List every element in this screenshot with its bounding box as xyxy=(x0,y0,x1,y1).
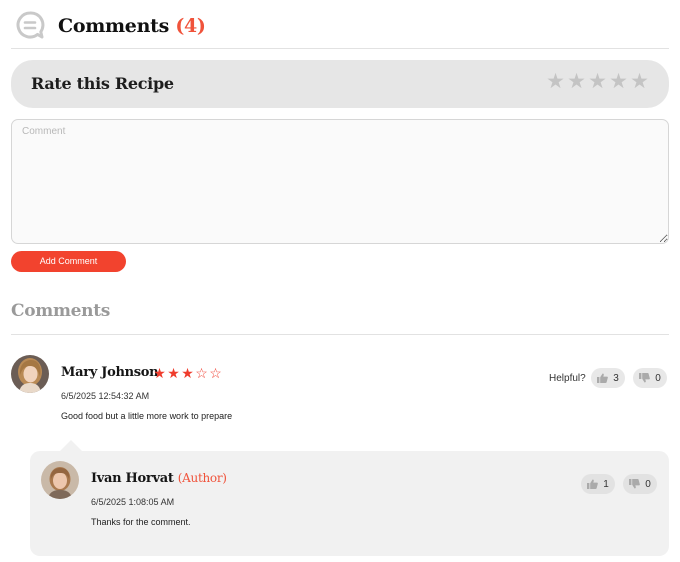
star-filled-icon: ★ xyxy=(167,365,180,381)
dislike-button[interactable]: 0 xyxy=(633,368,667,388)
star-empty-icon: ☆ xyxy=(209,365,222,381)
comments-divider xyxy=(11,334,669,335)
thumbs-up-icon xyxy=(597,373,609,383)
author-badge: (Author) xyxy=(177,471,227,485)
reply-author-text: Ivan Horvat xyxy=(91,471,174,486)
thumbs-down-icon xyxy=(629,479,641,489)
header-divider xyxy=(11,48,669,49)
star-filled-icon: ★ xyxy=(153,365,166,381)
comment-textarea[interactable] xyxy=(11,119,669,244)
comment-bubble-icon xyxy=(15,10,45,40)
rate-recipe-label: Rate this Recipe xyxy=(31,74,174,93)
thumbs-down-icon xyxy=(639,373,651,383)
helpful-label: Helpful? xyxy=(549,373,586,384)
rating-star-input: ★ ★ ★ ★ ★ xyxy=(546,71,649,93)
rate-star-4-icon[interactable]: ★ xyxy=(609,71,628,93)
rate-star-2-icon[interactable]: ★ xyxy=(567,71,586,93)
comment-count: (4) xyxy=(175,15,206,37)
rate-recipe-bar: Rate this Recipe ★ ★ ★ ★ ★ xyxy=(11,60,669,108)
reply-date: 6/5/2025 1:08:05 AM xyxy=(91,497,175,507)
add-comment-button[interactable]: Add Comment xyxy=(11,251,126,272)
reply-like-button[interactable]: 1 xyxy=(581,474,615,494)
like-count: 3 xyxy=(613,372,619,384)
reply-text: Thanks for the comment. xyxy=(91,517,191,527)
reply-dislike-button[interactable]: 0 xyxy=(623,474,657,494)
star-empty-icon: ☆ xyxy=(195,365,208,381)
like-button[interactable]: 3 xyxy=(591,368,625,388)
comments-section-title: Comments xyxy=(11,301,111,321)
reply-like-count: 1 xyxy=(603,478,609,490)
thumbs-up-icon xyxy=(587,479,599,489)
page-title-text: Comments xyxy=(58,15,169,37)
rate-star-5-icon[interactable]: ★ xyxy=(630,71,649,93)
avatar xyxy=(11,355,49,393)
rate-star-1-icon[interactable]: ★ xyxy=(546,71,565,93)
reply-pointer xyxy=(60,440,82,451)
comment-date: 6/5/2025 12:54:32 AM xyxy=(61,391,150,401)
reply-dislike-count: 0 xyxy=(645,478,651,490)
comment-author-name: Mary Johnson xyxy=(61,365,159,380)
star-filled-icon: ★ xyxy=(181,365,194,381)
comments-header: Comments (4) xyxy=(13,8,669,48)
page-title: Comments (4) xyxy=(58,15,206,37)
dislike-count: 0 xyxy=(655,372,661,384)
comment-rating: ★ ★ ★ ☆ ☆ xyxy=(153,366,222,380)
avatar xyxy=(41,461,79,499)
reply-author-name: Ivan Horvat (Author) xyxy=(91,471,227,486)
comment-text: Good food but a little more work to prep… xyxy=(61,411,233,421)
rate-star-3-icon[interactable]: ★ xyxy=(588,71,607,93)
